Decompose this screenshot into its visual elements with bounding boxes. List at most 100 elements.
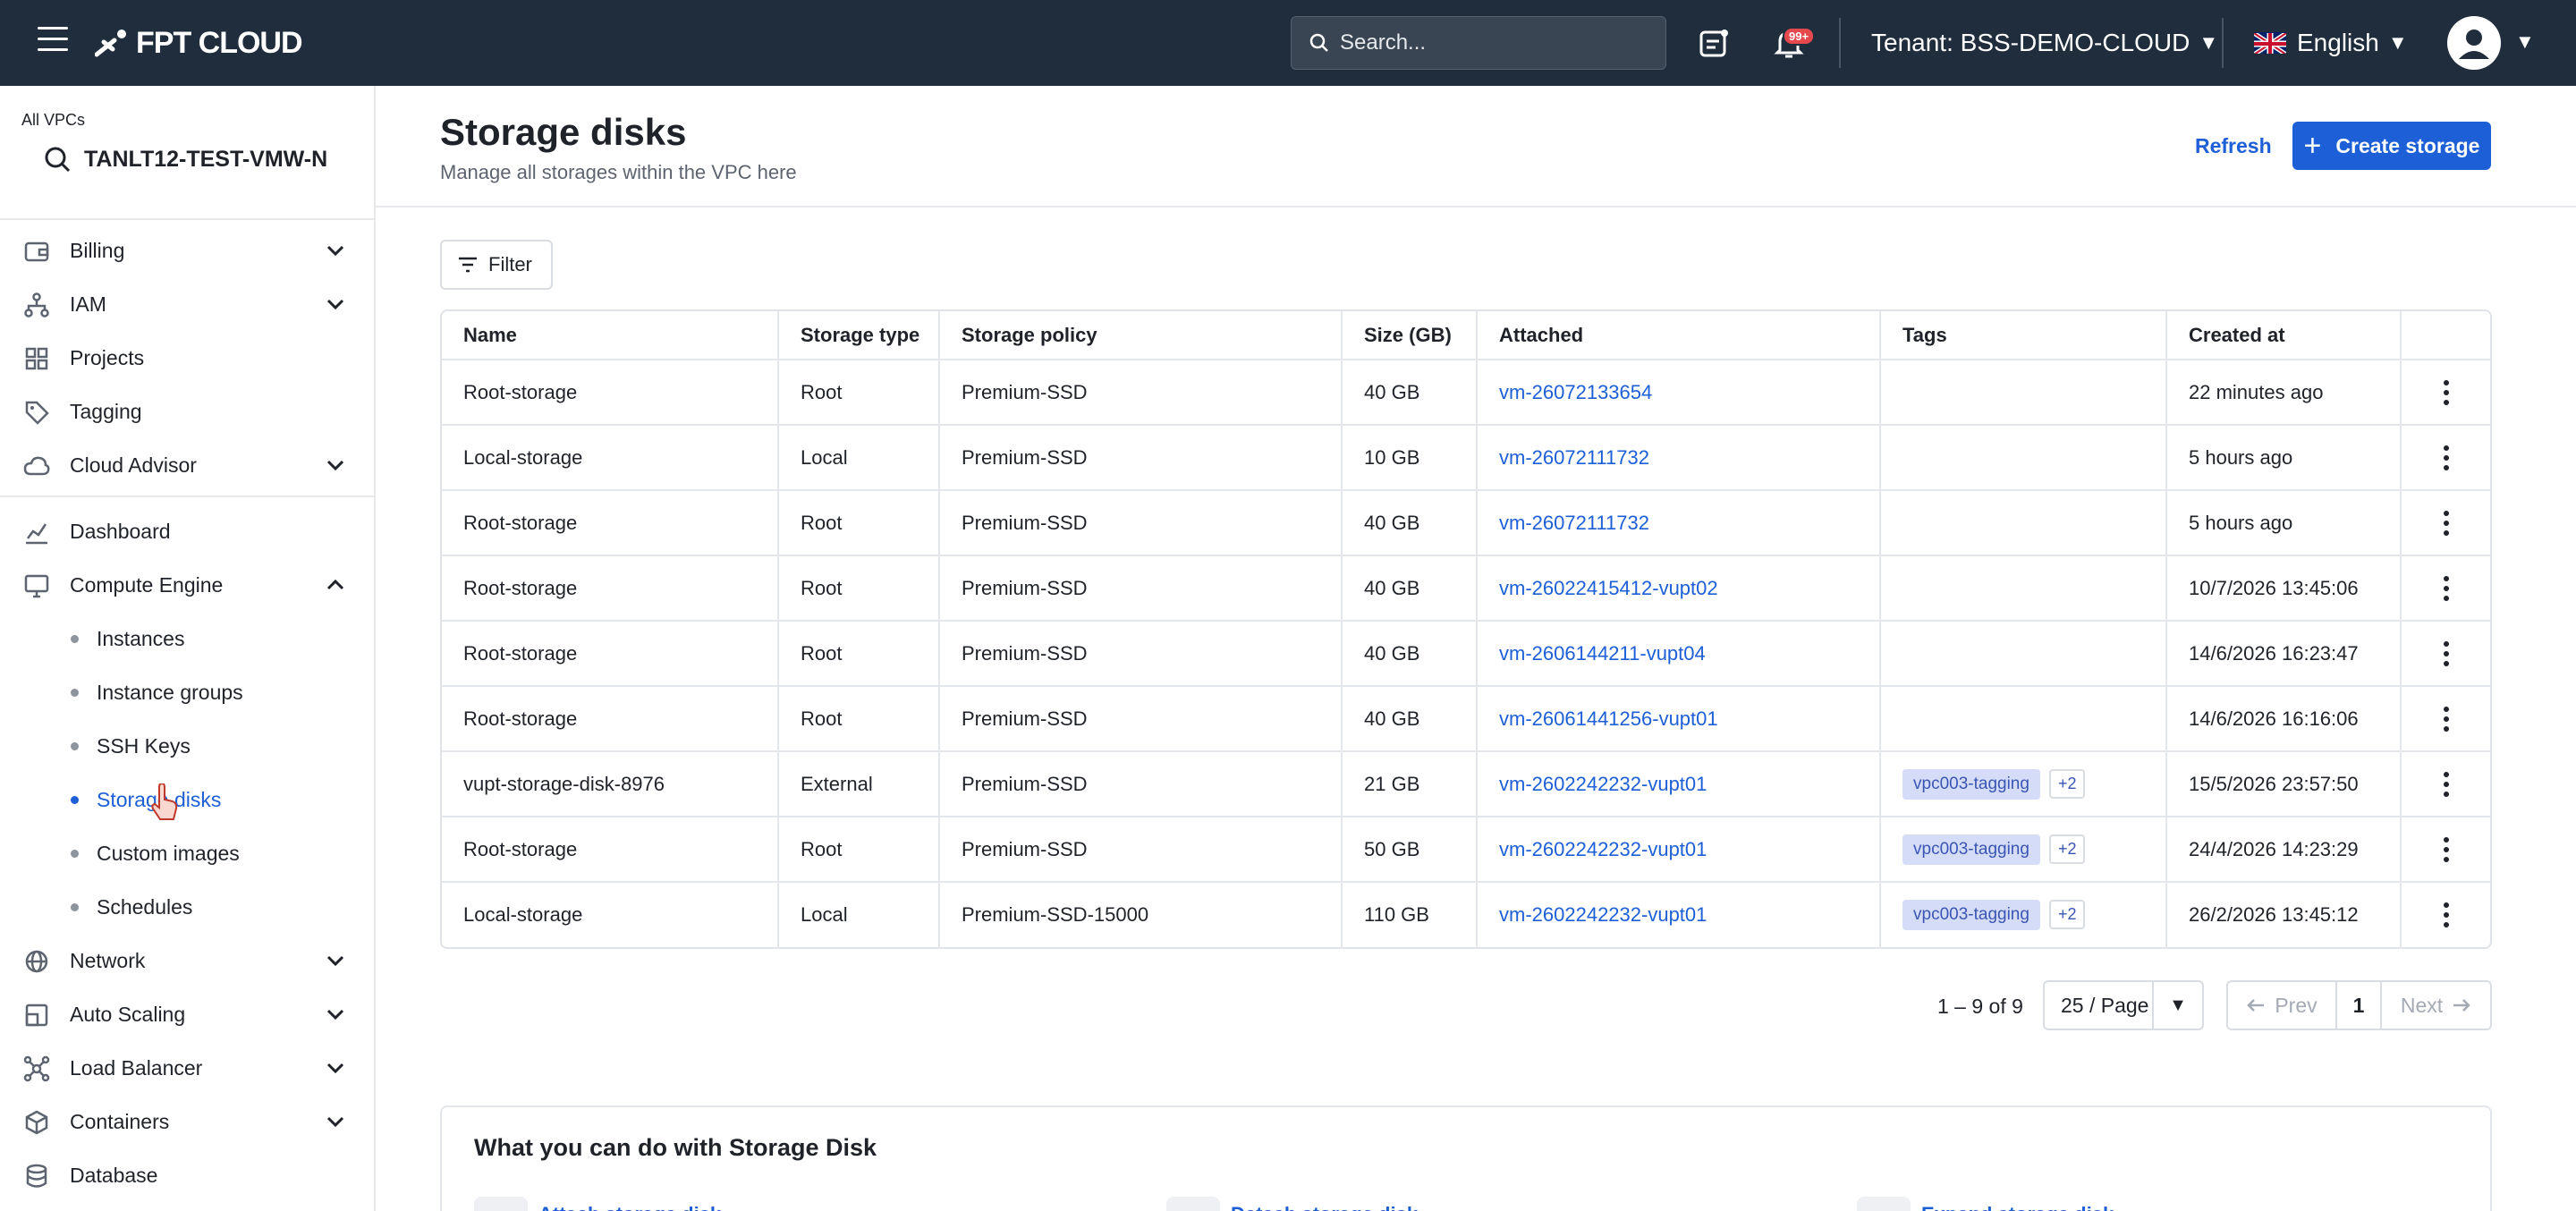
table-row[interactable]: Local-storage Local Premium-SSD 10 GB vm… bbox=[442, 425, 2490, 491]
table-row[interactable]: Root-storage Root Premium-SSD 40 GB vm-2… bbox=[442, 360, 2490, 426]
table-row[interactable]: Local-storage Local Premium-SSD-15000 11… bbox=[442, 882, 2490, 947]
table-row[interactable]: Root-storage Root Premium-SSD 50 GB vm-2… bbox=[442, 817, 2490, 883]
table-row[interactable]: Root-storage Root Premium-SSD 40 GB vm-2… bbox=[442, 490, 2490, 556]
language-selector[interactable]: English ▼ bbox=[2254, 29, 2408, 57]
table-row[interactable]: Root-storage Root Premium-SSD 40 GB vm-2… bbox=[442, 555, 2490, 622]
sidebar-item-instance-groups[interactable]: Instance groups bbox=[0, 667, 374, 717]
more-options-icon[interactable] bbox=[2433, 636, 2460, 672]
tenant-selector[interactable]: Tenant: BSS-DEMO-CLOUD ▼ bbox=[1871, 29, 2218, 57]
attached-vm-link[interactable]: vm-26022415412-vupt02 bbox=[1477, 555, 1881, 622]
sidebar-item-cloud-advisor[interactable]: Cloud Advisor bbox=[0, 440, 374, 490]
sidebar-item-label: Projects bbox=[70, 345, 145, 369]
sidebar-item-label: Schedules bbox=[97, 894, 193, 919]
sidebar-item-tagging[interactable]: Tagging bbox=[0, 386, 374, 436]
sidebar-item-projects[interactable]: Projects bbox=[0, 333, 374, 383]
bullet-icon bbox=[71, 741, 79, 750]
more-options-icon[interactable] bbox=[2433, 766, 2460, 802]
table-row[interactable]: Root-storage Root Premium-SSD 40 GB vm-2… bbox=[442, 686, 2490, 752]
more-tags-badge[interactable]: +2 bbox=[2048, 834, 2086, 864]
more-options-icon[interactable] bbox=[2433, 897, 2460, 933]
search-input[interactable] bbox=[1340, 28, 1644, 58]
filter-icon bbox=[459, 257, 477, 273]
sidebar-item-billing[interactable]: Billing bbox=[0, 225, 374, 275]
cell-name: vupt-storage-disk-8976 bbox=[442, 751, 779, 817]
more-tags-badge[interactable]: +2 bbox=[2048, 768, 2086, 799]
page-size-select[interactable]: 25 / Page ▼ bbox=[2043, 980, 2204, 1030]
cell-created: 14/6/2026 16:23:47 bbox=[2166, 621, 2402, 687]
sidebar-item-label: Billing bbox=[70, 238, 125, 262]
sidebar-item-auto-scaling[interactable]: Auto Scaling bbox=[0, 989, 374, 1039]
vpc-selector[interactable]: TANLT12-TEST-VMW-N bbox=[43, 145, 327, 174]
column-header-storage-policy[interactable]: Storage policy bbox=[939, 311, 1343, 360]
more-options-icon[interactable] bbox=[2433, 375, 2460, 411]
cell-type: Root bbox=[778, 621, 940, 687]
create-storage-button[interactable]: + Create storage bbox=[2292, 122, 2491, 170]
expand-disk-link[interactable]: Expand storage disk bbox=[1857, 1197, 2114, 1211]
cell-name: Root-storage bbox=[442, 817, 779, 883]
tag-chip[interactable]: vpc003-tagging bbox=[1902, 900, 2040, 930]
cell-tags bbox=[1880, 686, 2167, 752]
attach-disk-link[interactable]: Attach storage disk bbox=[474, 1197, 721, 1211]
table-row[interactable]: Root-storage Root Premium-SSD 40 GB vm-2… bbox=[442, 621, 2490, 687]
column-header-storage-type[interactable]: Storage type bbox=[778, 311, 940, 360]
more-options-icon[interactable] bbox=[2433, 571, 2460, 606]
more-tags-badge[interactable]: +2 bbox=[2048, 900, 2086, 929]
attached-vm-link[interactable]: vm-26072111732 bbox=[1477, 425, 1881, 491]
cell-actions bbox=[2401, 817, 2490, 883]
column-header-attached[interactable]: Attached bbox=[1477, 311, 1881, 360]
detach-disk-link[interactable]: Detach storage disk bbox=[1166, 1197, 1418, 1211]
prev-page-button[interactable]: Prev bbox=[2228, 982, 2337, 1029]
monitor-icon bbox=[24, 574, 49, 598]
more-options-icon[interactable] bbox=[2433, 701, 2460, 737]
news-icon[interactable] bbox=[1696, 25, 1732, 61]
more-options-icon[interactable] bbox=[2433, 440, 2460, 476]
attached-vm-link[interactable]: vm-2602242232-vupt01 bbox=[1477, 882, 1881, 947]
more-options-icon[interactable] bbox=[2433, 832, 2460, 868]
sidebar-item-label: Cloud Advisor bbox=[70, 453, 197, 477]
sidebar-item-custom-images[interactable]: Custom images bbox=[0, 828, 374, 878]
column-header-created-at[interactable]: Created at bbox=[2166, 311, 2402, 360]
filter-button[interactable]: Filter bbox=[440, 240, 553, 290]
attached-vm-link[interactable]: vm-26072133654 bbox=[1477, 360, 1881, 426]
sidebar-item-schedules[interactable]: Schedules bbox=[0, 882, 374, 932]
avatar[interactable] bbox=[2447, 16, 2501, 70]
attached-vm-link[interactable]: vm-26072111732 bbox=[1477, 490, 1881, 556]
info-link-label: Expand storage disk bbox=[1921, 1203, 2114, 1211]
sidebar-item-dashboard[interactable]: Dashboard bbox=[0, 506, 374, 556]
sidebar-item-database[interactable]: Database bbox=[0, 1150, 374, 1200]
sidebar-item-instances[interactable]: Instances bbox=[0, 614, 374, 664]
caret-down-icon[interactable]: ▼ bbox=[2152, 982, 2202, 1029]
attached-vm-link[interactable]: vm-2606144211-vupt04 bbox=[1477, 621, 1881, 687]
caret-down-icon[interactable]: ▼ bbox=[2515, 30, 2535, 54]
sidebar-item-ssh-keys[interactable]: SSH Keys bbox=[0, 721, 374, 771]
menu-icon[interactable] bbox=[38, 27, 68, 57]
column-header-tags[interactable]: Tags bbox=[1880, 311, 2167, 360]
attached-vm-link[interactable]: vm-26061441256-vupt01 bbox=[1477, 686, 1881, 752]
attached-vm-link[interactable]: vm-2602242232-vupt01 bbox=[1477, 751, 1881, 817]
sidebar-item-storage-disks[interactable]: Storage disks bbox=[0, 775, 374, 825]
divider bbox=[1839, 18, 1841, 68]
logo[interactable]: FPT CLOUD bbox=[95, 23, 303, 63]
global-search[interactable] bbox=[1291, 16, 1666, 70]
next-page-button[interactable]: Next bbox=[2382, 982, 2490, 1029]
page-number-button[interactable]: 1 bbox=[2337, 982, 2382, 1029]
tag-chip[interactable]: vpc003-tagging bbox=[1902, 834, 2040, 865]
sidebar-item-label: Instance groups bbox=[97, 680, 243, 704]
more-options-icon[interactable] bbox=[2433, 505, 2460, 541]
sidebar-item-iam[interactable]: IAM bbox=[0, 279, 374, 329]
cell-created: 5 hours ago bbox=[2166, 490, 2402, 556]
pagination: Prev 1 Next bbox=[2226, 980, 2492, 1030]
refresh-button[interactable]: Refresh bbox=[2179, 122, 2288, 170]
attached-vm-link[interactable]: vm-2602242232-vupt01 bbox=[1477, 817, 1881, 883]
sidebar-item-network[interactable]: Network bbox=[0, 936, 374, 986]
sidebar-item-containers[interactable]: Containers bbox=[0, 1097, 374, 1147]
sidebar-item-compute-engine[interactable]: Compute Engine bbox=[0, 560, 374, 610]
column-header-name[interactable]: Name bbox=[442, 311, 779, 360]
cell-name: Root-storage bbox=[442, 621, 779, 687]
chevron-down-icon bbox=[326, 1116, 344, 1128]
cell-actions bbox=[2401, 751, 2490, 817]
sidebar-item-load-balancer[interactable]: Load Balancer bbox=[0, 1043, 374, 1093]
column-header-size[interactable]: Size (GB) bbox=[1342, 311, 1478, 360]
tag-chip[interactable]: vpc003-tagging bbox=[1902, 768, 2040, 800]
table-row[interactable]: vupt-storage-disk-8976 External Premium-… bbox=[442, 751, 2490, 817]
